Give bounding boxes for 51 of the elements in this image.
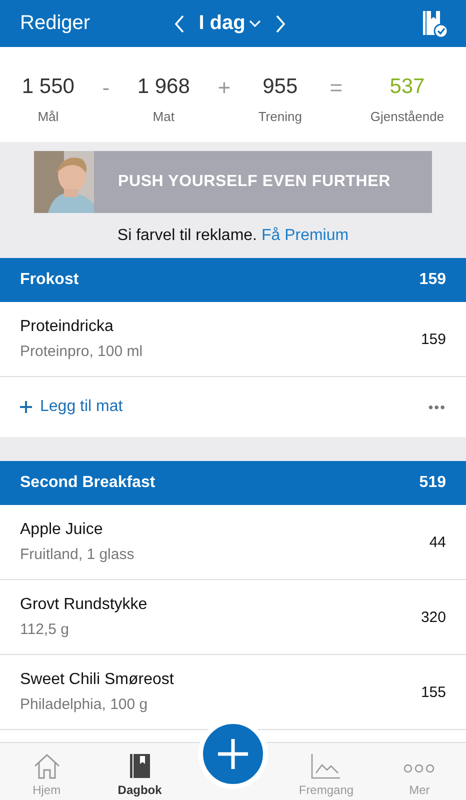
operator-sign: = [330,75,343,101]
add-food-button[interactable]: Legg til mat [20,398,123,416]
food-detail: Proteinpro, 100 ml [20,343,143,360]
home-icon [32,753,61,779]
date-selector[interactable]: I dag [198,12,262,35]
food-row[interactable]: Grovt Rundstykke 112,5 g 320 [0,580,466,655]
plus-icon [20,401,32,413]
food-detail: Fruitland, 1 glass [20,546,134,563]
food-calories: 44 [429,534,446,550]
ad-text: Si farvel til reklame. Få Premium [117,227,349,245]
calorie-label: Gjenstående [370,109,444,124]
calorie-label: Trening [258,109,302,124]
operator-sign: + [218,75,231,101]
food-name: Sweet Chili Smøreost [20,671,174,689]
food-calories: 320 [420,608,446,626]
calorie-value: 955 [262,75,298,99]
food-name: Proteindricka [20,318,114,336]
tab[interactable]: Dagbok [93,743,186,800]
ad-headline: PUSH YOURSELF EVEN FURTHER [118,173,390,191]
food-name: Apple Juice [20,521,104,539]
plus-icon [218,739,248,769]
calorie-value: 1 550 [22,75,74,99]
food-row[interactable]: Apple Juice Fruitland, 1 glass 44 [0,505,466,580]
food-calories: 155 [420,684,446,700]
food-row[interactable]: Proteindricka Proteinpro, 100 ml 159 [0,302,466,377]
food-name: Grovt Rundstykke [20,596,148,614]
meal-name: Second Breakfast [20,474,156,492]
food-detail: Philadelphia, 100 g [20,696,149,713]
calorie-value: 537 [390,75,425,99]
meal-total: 159 [419,271,446,289]
diary-check-icon[interactable] [422,10,448,38]
next-day-icon[interactable] [275,14,286,32]
calorie-label: Mål [38,109,59,124]
operator-sign: - [102,75,110,101]
more-icon [402,764,436,773]
food-detail: 112,5 g [20,621,70,638]
calorie-value: 1 968 [137,75,190,99]
previous-day-icon[interactable] [174,14,185,32]
tab[interactable]: Fremgang [280,743,373,800]
food-calories: 159 [420,330,446,348]
tab[interactable]: Hjem [0,743,94,800]
tab[interactable]: Mer [372,743,466,800]
calorie-label: Mat [152,109,174,124]
more-button[interactable]: ••• [428,399,446,415]
line-chart-icon [311,753,342,779]
chevron-down-icon [249,20,262,28]
meal-total: 519 [419,474,446,492]
meal-name: Frokost [20,271,79,289]
book-icon [128,753,151,779]
premium-link[interactable]: Få Premium [261,227,349,244]
edit-button[interactable]: Rediger [20,12,90,35]
